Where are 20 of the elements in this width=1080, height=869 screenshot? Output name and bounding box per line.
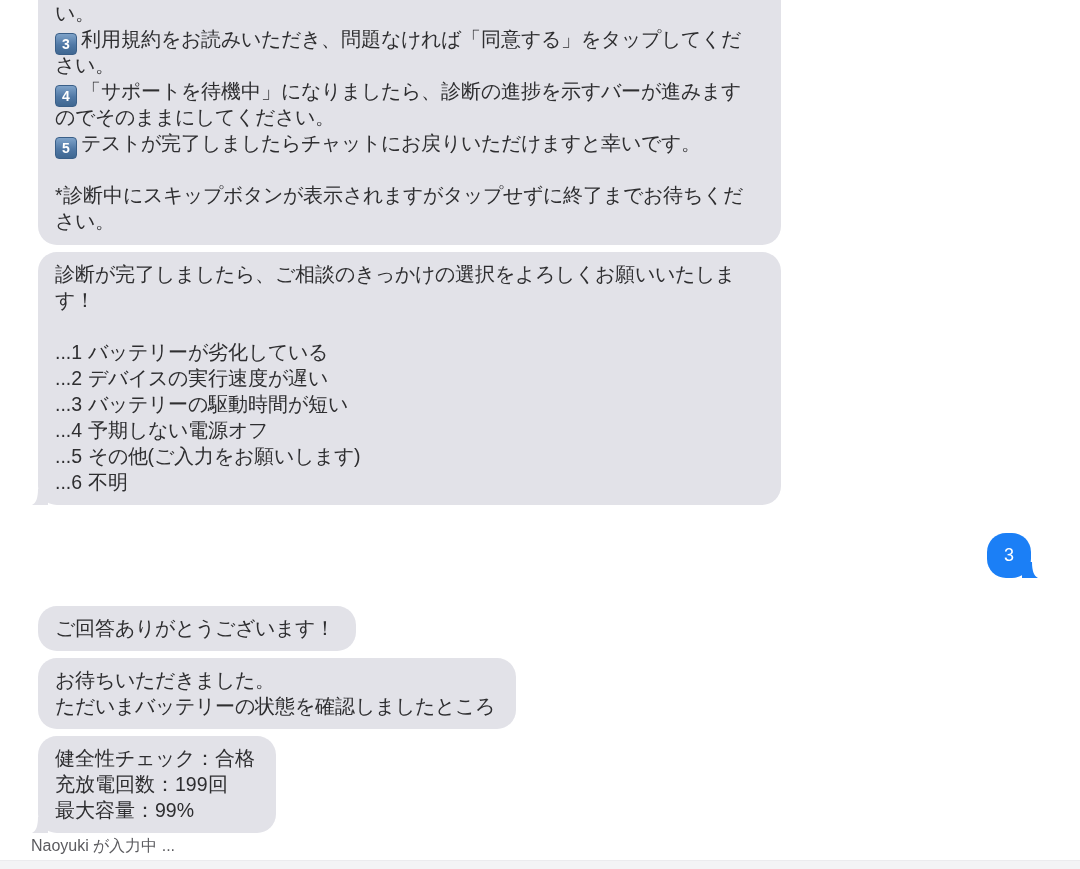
message-text: 最大容量：99% — [55, 798, 196, 823]
message-text: ...6 不明 — [55, 470, 129, 495]
message-text: *診断中にスキップボタンが表示されますがタップせずに終了までお待ちください。 — [55, 183, 744, 234]
message-text: 3 — [1004, 544, 1014, 567]
message-text: ただいまバッテリーの状態を確認しましたところ — [55, 694, 495, 719]
message-text: い。 — [55, 1, 96, 26]
message-text: 4 「サポートを待機中」になりましたら、診断の進捗を示すバーが進みますのでそのままにしてください。 — [55, 79, 742, 130]
message-text: ...2 デバイスの実行速度が遅い — [55, 366, 329, 391]
message-text: ...3 バッテリーの駆動時間が短い — [55, 392, 349, 417]
message-text: ...5 その他(ご入力をお願いします) — [55, 444, 362, 469]
message-text: 3 利用規約をお読みいただき、問題なければ「同意する」をタップしてください。 — [55, 27, 742, 78]
message-text: 充放電回数：199回 — [55, 772, 229, 797]
message-text: お待ちいただきました。 — [55, 668, 276, 693]
message-text: 5 テストが完了しましたらチャットにお戻りいただけますと幸いです。 — [55, 130, 760, 156]
typing-indicator: Naoyuki が入力中 ... — [31, 836, 176, 856]
message-text: 診断が完了しましたら、ご相談のきっかけの選択をよろしくお願いいたします！ — [55, 262, 736, 313]
message-text: ...1 バッテリーが劣化している — [55, 340, 329, 365]
message-text: ご回答ありがとうございます！ — [55, 616, 335, 641]
message-text: 健全性チェック：合格 — [55, 746, 255, 771]
message-text: ...4 予期しない電源オフ — [55, 418, 269, 443]
